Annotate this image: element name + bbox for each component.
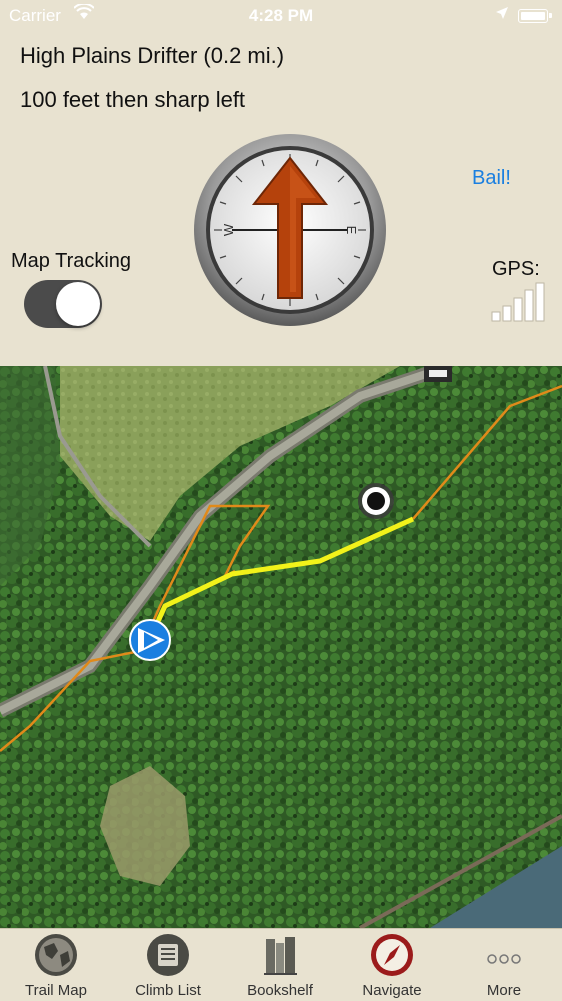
more-icon [487,954,521,964]
compass-icon [371,934,413,976]
tab-label: Climb List [135,982,201,999]
tab-label: Navigate [362,982,422,999]
tab-trail-map[interactable]: Trail Map [0,929,112,1001]
list-icon [147,934,189,976]
gps-signal-icon [491,282,545,322]
tab-more[interactable]: More [448,929,560,1001]
tab-label: Bookshelf [247,982,313,999]
turn-instruction: 100 feet then sharp left [20,87,246,112]
battery-icon [518,9,552,23]
route-title: High Plains Drifter (0.2 mi.) [20,43,285,68]
gps-label: GPS: [492,258,540,280]
status-time: 4:28 PM [248,6,314,25]
tab-bar: Trail Map Climb List Bookshelf Navigate … [0,928,562,1001]
tab-label: More [486,982,522,999]
location-arrow-icon [496,7,508,19]
compass-west-letter: W [221,223,236,236]
tab-navigate[interactable]: Navigate [336,929,448,1001]
tab-label: Trail Map [25,982,87,999]
toggle-knob [56,282,100,326]
compass-east-letter: E [344,226,359,235]
tab-bookshelf[interactable]: Bookshelf [224,929,336,1001]
map-tracking-label: Map Tracking [11,250,132,272]
status-bar: Carrier 4:28 PM [0,0,562,32]
satellite-map[interactable] [0,366,562,928]
tab-climb-list[interactable]: Climb List [112,929,224,1001]
navigation-panel: High Plains Drifter (0.2 mi.) 100 feet t… [0,0,562,366]
map-tracking-toggle[interactable] [24,280,102,328]
compass-icon: W E [194,134,386,326]
bail-button[interactable]: Bail! [472,167,511,190]
globe-icon [35,934,77,976]
books-icon [264,937,297,975]
